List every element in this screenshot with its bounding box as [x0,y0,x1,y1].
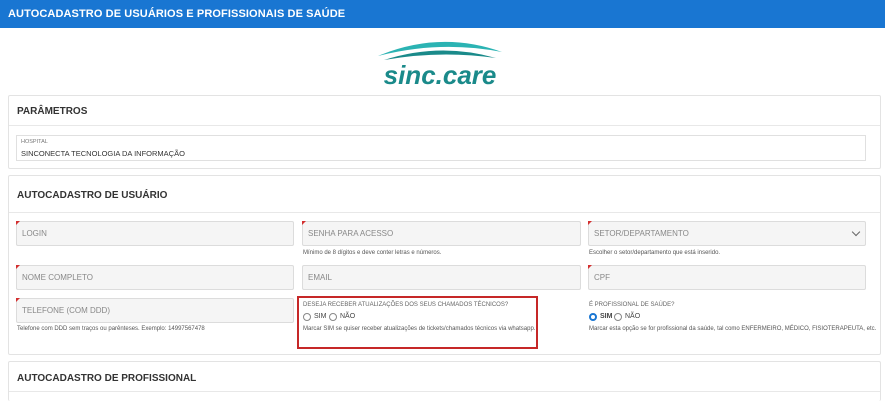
highlight-box [297,296,538,349]
required-marker [16,221,20,225]
email-placeholder: EMAIL [308,273,333,282]
required-marker [302,221,306,225]
usuario-title: AUTOCADASTRO DE USUÁRIO [17,190,168,201]
senha-placeholder: SENHA PARA ACESSO [308,229,394,238]
setor-select[interactable]: SETOR/DEPARTAMENTO [588,221,866,246]
sinc-care-logo: sinc.care [378,41,502,90]
divider [9,212,880,213]
profissional-help: Marcar esta opção se for profissional da… [589,326,877,332]
chevron-down-icon [851,227,861,237]
page-header: AUTOCADASTRO DE USUÁRIOS E PROFISSIONAIS… [0,0,885,28]
login-input[interactable]: LOGIN [16,221,294,246]
profissional-card: AUTOCADASTRO DE PROFISSIONAL [8,361,881,401]
telefone-placeholder: TELEFONE (COM DDD) [22,306,110,315]
profissional-nao-radio[interactable] [614,313,622,321]
telefone-help: Telefone com DDD sem traços ou parêntese… [17,326,205,332]
hospital-field[interactable]: HOSPITAL SINCONECTA TECNOLOGIA DA INFORM… [16,135,866,161]
divider [9,125,880,126]
setor-placeholder: SETOR/DEPARTAMENTO [594,229,689,238]
logo-text: sinc.care [384,60,497,90]
hospital-label: HOSPITAL [21,139,48,145]
email-input[interactable]: EMAIL [302,265,581,290]
required-marker [588,221,592,225]
profissional-nao-label[interactable]: NÃO [625,313,640,320]
profissional-title: AUTOCADASTRO DE PROFISSIONAL [17,373,197,384]
required-marker [16,265,20,269]
parametros-title: PARÂMETROS [17,106,88,117]
profissional-sim-radio[interactable] [589,313,597,321]
required-marker [588,265,592,269]
login-placeholder: LOGIN [22,229,47,238]
cpf-placeholder: CPF [594,273,610,282]
setor-help: Escolher o setor/departamento que está i… [589,250,721,256]
nome-input[interactable]: NOME COMPLETO [16,265,294,290]
senha-input[interactable]: SENHA PARA ACESSO [302,221,581,246]
divider [9,391,880,392]
profissional-question: É PROFISSIONAL DE SAÚDE? [589,302,675,308]
profissional-sim-label[interactable]: SIM [600,313,612,320]
nome-placeholder: NOME COMPLETO [22,273,93,282]
telefone-input[interactable]: TELEFONE (COM DDD) [16,298,294,323]
senha-help: Mínimo de 8 dígitos e deve conter letras… [303,250,442,256]
cpf-input[interactable]: CPF [588,265,866,290]
required-marker [16,298,20,302]
hospital-value: SINCONECTA TECNOLOGIA DA INFORMAÇÃO [21,149,185,158]
